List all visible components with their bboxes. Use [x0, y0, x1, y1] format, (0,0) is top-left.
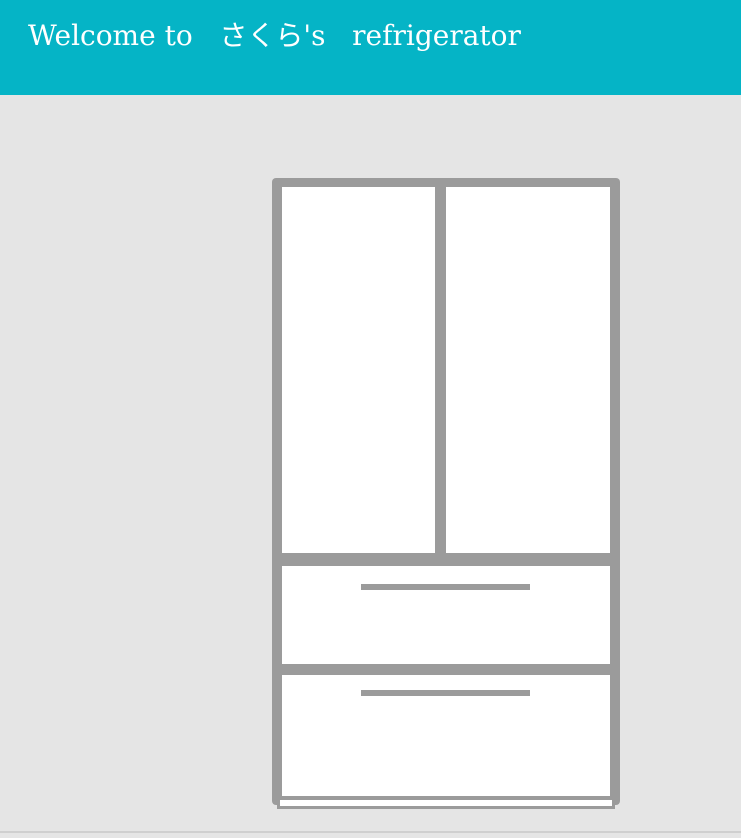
fridge-door-left[interactable] [282, 187, 435, 553]
fridge-drawer-upper[interactable] [282, 566, 610, 664]
fridge-door-right[interactable] [446, 187, 610, 553]
page-title: Welcome to さくら's refrigerator [28, 19, 521, 52]
app-header: Welcome to さくら's refrigerator [0, 0, 741, 95]
drawer-handle [361, 690, 530, 696]
fridge-drawer-lower[interactable] [282, 675, 610, 796]
bottom-divider [0, 831, 741, 833]
drawer-handle [361, 584, 530, 590]
fridge-base [277, 800, 615, 809]
refrigerator [272, 178, 620, 809]
